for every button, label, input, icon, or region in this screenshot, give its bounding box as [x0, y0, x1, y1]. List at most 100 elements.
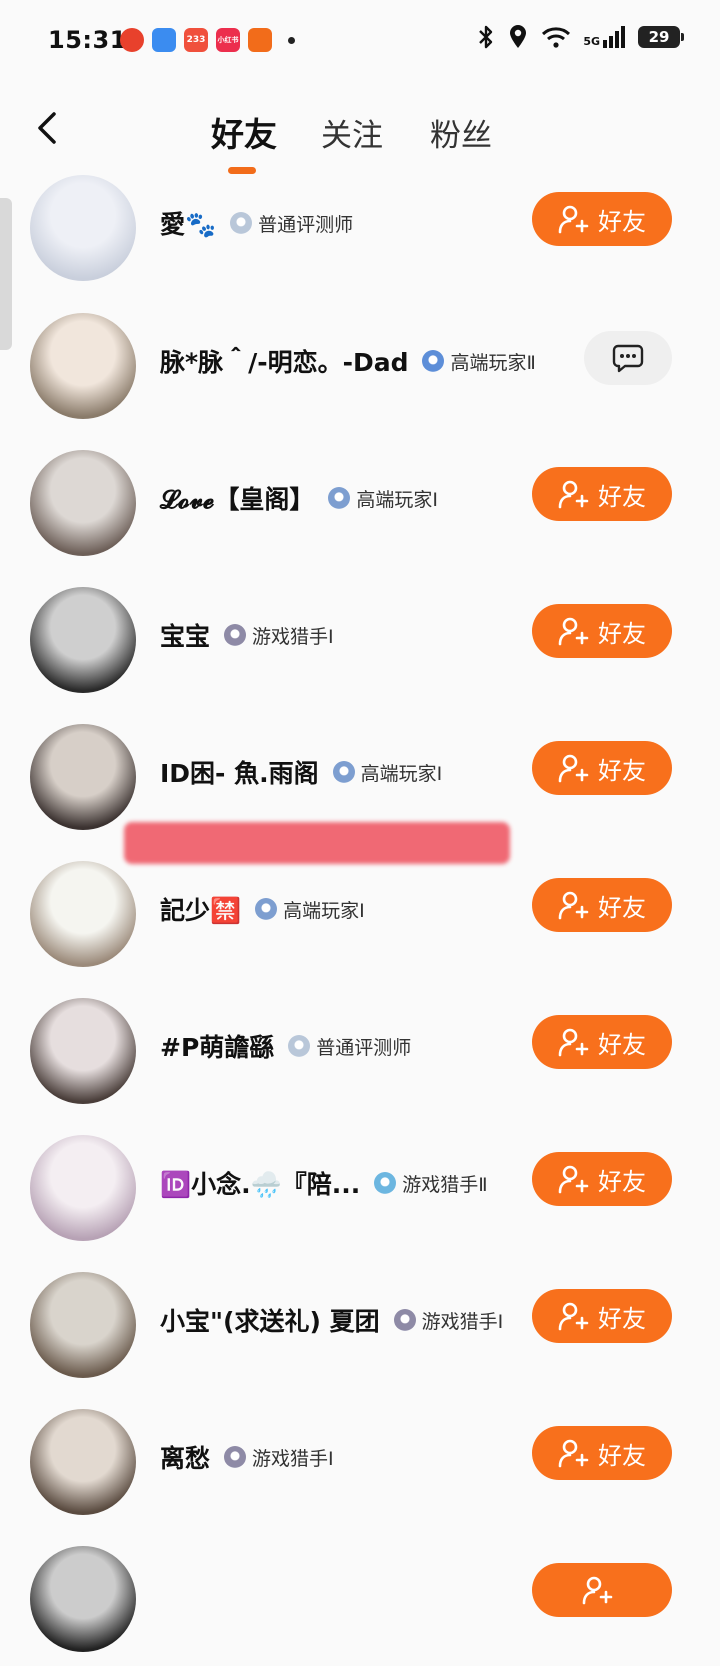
level-badge: 高端玩家Ⅰ: [255, 896, 365, 923]
add-friend-button[interactable]: 好友: [532, 1289, 672, 1343]
friend-name[interactable]: 𝓛𝓸𝓿𝓮【皇阁】: [160, 480, 314, 516]
avatar[interactable]: [30, 724, 136, 830]
friend-row[interactable]: 小宝"(求送礼) 夏团 游戏猎手Ⅰ 好友: [0, 1262, 720, 1392]
friend-name[interactable]: 宝宝: [160, 617, 210, 653]
level-badge: 高端玩家Ⅰ: [332, 759, 442, 786]
level-badge-label: 高端玩家Ⅰ: [283, 899, 365, 922]
add-user-icon: [558, 480, 589, 509]
tab-following[interactable]: 关注: [321, 110, 383, 155]
avatar[interactable]: [30, 450, 136, 556]
friend-info: 🆔小念.🌧️『陪... 游戏猎手Ⅱ: [160, 1163, 488, 1203]
app-xiaohongshu-icon: 小红书: [216, 28, 240, 52]
tab-friends[interactable]: 好友: [211, 108, 277, 156]
battery-icon: 29: [638, 26, 684, 48]
level-badge-label: 游戏猎手Ⅰ: [421, 1310, 504, 1333]
status-time: 15:31: [48, 26, 127, 54]
friend-name[interactable]: 🆔小念.🌧️『陪...: [160, 1165, 360, 1201]
add-friend-button[interactable]: 好友: [532, 1152, 672, 1206]
friend-row[interactable]: 宝宝 游戏猎手Ⅰ 好友: [0, 577, 720, 707]
avatar[interactable]: [30, 313, 136, 419]
add-friend-label: 好友: [598, 756, 646, 785]
level-badge: 普通评测师: [288, 1033, 411, 1060]
level-badge-label: 游戏猎手Ⅰ: [252, 1447, 334, 1470]
notification-app-icons: 233 小红书: [120, 28, 295, 52]
friend-name[interactable]: ID困- 魚.雨阁: [160, 754, 319, 790]
friend-info: #P萌譫繇 普通评测师: [160, 1026, 411, 1066]
friend-row[interactable]: 記少🈲 高端玩家Ⅰ 好友: [0, 851, 720, 981]
tab-bar: 好友 关注 粉丝: [0, 108, 720, 174]
friend-info: ID困- 魚.雨阁 高端玩家Ⅰ: [160, 752, 442, 792]
tab-fans[interactable]: 粉丝: [430, 110, 492, 155]
level-badge: 游戏猎手Ⅰ: [393, 1307, 504, 1334]
add-user-icon: [558, 617, 589, 646]
avatar[interactable]: [30, 998, 136, 1104]
level-badge-icon: [374, 1172, 397, 1194]
level-badge-label: 普通评测师: [316, 1036, 412, 1059]
add-friend-button[interactable]: 好友: [532, 741, 672, 795]
wifi-icon: [542, 27, 571, 48]
level-badge-label: 高端玩家Ⅰ: [356, 488, 438, 511]
add-user-icon: [558, 1028, 589, 1057]
add-friend-label: 好友: [598, 207, 646, 236]
add-friend-label: 好友: [598, 1030, 646, 1059]
avatar[interactable]: [30, 861, 136, 967]
add-friend-button[interactable]: 好友: [532, 192, 672, 246]
app-red-icon: [120, 28, 144, 52]
avatar[interactable]: [30, 1272, 136, 1378]
friend-name[interactable]: 愛🐾: [160, 205, 216, 241]
friend-name[interactable]: #P萌譫繇: [160, 1028, 274, 1064]
avatar[interactable]: [30, 587, 136, 693]
app-blue-icon: [152, 28, 176, 52]
friend-row[interactable]: 𝓛𝓸𝓿𝓮【皇阁】 高端玩家Ⅰ 好友: [0, 440, 720, 570]
friend-row[interactable]: [0, 1536, 720, 1666]
add-user-icon: [558, 1165, 589, 1194]
bluetooth-icon: [479, 25, 493, 49]
level-badge-icon: [332, 761, 355, 783]
add-friend-button[interactable]: 好友: [532, 467, 672, 521]
friend-row[interactable]: 🆔小念.🌧️『陪... 游戏猎手Ⅱ 好友: [0, 1125, 720, 1255]
add-user-icon: [558, 754, 589, 783]
friend-name[interactable]: 記少🈲: [160, 891, 241, 927]
level-badge-icon: [224, 1446, 247, 1468]
friend-info: 离愁 游戏猎手Ⅰ: [160, 1437, 334, 1477]
friend-row[interactable]: 脉*脉＾/-明恋。-Dad 高端玩家Ⅱ: [0, 303, 720, 433]
avatar[interactable]: [30, 1409, 136, 1515]
add-user-icon: [558, 1302, 589, 1331]
level-badge-label: 高端玩家Ⅱ: [450, 351, 536, 374]
avatar[interactable]: [30, 175, 136, 281]
more-notifications-dot: [288, 36, 295, 44]
app-233-icon: 233: [184, 28, 208, 52]
add-user-icon: [558, 205, 589, 234]
add-friend-button[interactable]: 好友: [532, 604, 672, 658]
level-badge-icon: [328, 487, 351, 509]
friend-info: 愛🐾 普通评测师: [160, 203, 353, 243]
avatar[interactable]: [30, 1135, 136, 1241]
message-button[interactable]: [584, 331, 672, 385]
level-badge-icon: [422, 350, 445, 372]
level-badge-label: 游戏猎手Ⅱ: [402, 1173, 488, 1196]
level-badge: 普通评测师: [230, 210, 353, 237]
level-badge-icon: [230, 212, 253, 234]
add-friend-button[interactable]: [532, 1563, 672, 1617]
cellular-signal-icon: 5G: [583, 26, 626, 48]
friend-row[interactable]: #P萌譫繇 普通评测师 好友: [0, 988, 720, 1118]
friend-name[interactable]: 离愁: [160, 1439, 210, 1475]
add-friend-button[interactable]: 好友: [532, 1426, 672, 1480]
friend-name[interactable]: 小宝"(求送礼) 夏团: [160, 1302, 380, 1338]
system-icons: 5G 29: [477, 24, 684, 50]
avatar[interactable]: [30, 1546, 136, 1652]
friend-info: 宝宝 游戏猎手Ⅰ: [160, 615, 334, 655]
friend-info: 𝓛𝓸𝓿𝓮【皇阁】 高端玩家Ⅰ: [160, 478, 438, 518]
friend-row[interactable]: 离愁 游戏猎手Ⅰ 好友: [0, 1399, 720, 1529]
add-user-icon: [558, 891, 589, 920]
friend-name[interactable]: 脉*脉＾/-明恋。-Dad: [160, 343, 408, 379]
friend-info: 記少🈲 高端玩家Ⅰ: [160, 889, 365, 929]
friend-row[interactable]: 愛🐾 普通评测师 好友: [0, 165, 720, 295]
add-friend-button[interactable]: 好友: [532, 1015, 672, 1069]
level-badge: 高端玩家Ⅱ: [422, 348, 536, 375]
level-badge-icon: [224, 624, 247, 646]
add-friend-label: 好友: [598, 1441, 646, 1470]
add-user-icon: [582, 1576, 613, 1605]
add-friend-button[interactable]: 好友: [532, 878, 672, 932]
add-friend-label: 好友: [598, 619, 646, 648]
